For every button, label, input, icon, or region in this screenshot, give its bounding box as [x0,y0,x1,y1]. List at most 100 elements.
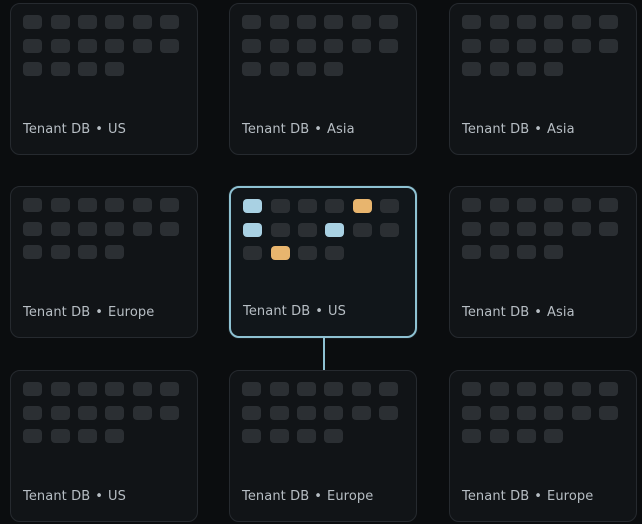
tenant-tile [324,39,343,53]
tenant-db-card[interactable]: Tenant DB • US [10,370,198,522]
tenant-tile [23,382,42,396]
tenant-tile [490,39,509,53]
tenant-tile [490,198,509,212]
separator-dot: • [314,122,323,137]
tenant-tile [242,429,261,443]
tenant-tile [462,62,481,76]
card-label: Tenant DB • Europe [242,489,373,504]
separator-dot: • [95,122,104,137]
tenant-tile [105,406,124,420]
tenant-tile [298,246,317,260]
tenant-db-card[interactable]: Tenant DB • Europe [229,370,417,522]
separator-dot: • [534,489,543,504]
tenant-tile [271,199,290,213]
tenant-tile [462,245,481,259]
tenant-tile [379,382,398,396]
tenant-tile [517,382,536,396]
tenant-tile [544,198,563,212]
tenant-tile [160,39,179,53]
tenant-tile [51,245,70,259]
tenant-tile [490,15,509,29]
tenant-tile [270,39,289,53]
tenant-tile [544,62,563,76]
separator-dot: • [95,305,104,320]
tenant-tile [544,245,563,259]
tenant-tile [23,198,42,212]
tenant-tile [599,39,618,53]
tenant-tile [242,382,261,396]
tenant-tile [599,15,618,29]
warning-tenant-tile [353,199,372,213]
active-tenant-tile [325,223,344,237]
tenant-db-card[interactable]: Tenant DB • Europe [449,370,637,522]
card-region: US [108,122,126,137]
tenant-tile [271,223,290,237]
tenant-tile [242,62,261,76]
tenant-tile [23,62,42,76]
tenant-tile [242,39,261,53]
card-label: Tenant DB • Asia [242,122,355,137]
card-name: Tenant DB [462,489,530,504]
tenant-tile [297,382,316,396]
tenant-tile [599,382,618,396]
tenant-tile [490,222,509,236]
tenant-tile [105,222,124,236]
tenant-tile [105,62,124,76]
tenant-tile [380,199,399,213]
tenant-tile [242,15,261,29]
tenant-tile [133,39,152,53]
tenant-tile [242,406,261,420]
tenant-tile [599,406,618,420]
tenant-db-card[interactable]: Tenant DB • Asia [229,3,417,155]
card-name: Tenant DB [23,305,91,320]
card-label: Tenant DB • Asia [462,122,575,137]
tenant-tile [599,222,618,236]
tenant-tile [462,198,481,212]
tenant-db-card[interactable]: Tenant DB • US [229,186,417,338]
tenant-tile [517,198,536,212]
card-region: Europe [108,305,155,320]
tenant-tile [297,429,316,443]
tenant-tile [352,406,371,420]
card-label: Tenant DB • US [23,489,126,504]
tenant-tile [379,39,398,53]
tenant-tile [298,223,317,237]
separator-dot: • [314,489,323,504]
tenant-tile [243,246,262,260]
tenant-tile [298,199,317,213]
card-region: Asia [547,122,575,137]
card-name: Tenant DB [242,489,310,504]
tenant-tile [599,198,618,212]
tenant-tile [462,382,481,396]
tenant-tile [23,39,42,53]
tenant-tile [160,382,179,396]
tenant-db-card[interactable]: Tenant DB • Asia [449,186,637,338]
tenant-tile [270,15,289,29]
tenant-tile [572,382,591,396]
tenant-db-card[interactable]: Tenant DB • Asia [449,3,637,155]
tenant-tile [78,406,97,420]
tenant-tile [78,222,97,236]
tenant-tile [78,198,97,212]
card-region: Asia [547,305,575,320]
tenant-tile [352,15,371,29]
tenant-tile [23,15,42,29]
tenant-tile [51,39,70,53]
tenant-tile [297,15,316,29]
card-region: Europe [327,489,374,504]
tenant-tile [297,39,316,53]
tenant-tile [105,39,124,53]
tenant-tile [105,198,124,212]
tenant-tile [379,406,398,420]
tenant-tile [517,39,536,53]
tenant-tile [78,15,97,29]
card-name: Tenant DB [23,122,91,137]
tenant-tile [160,198,179,212]
tenant-tile [23,429,42,443]
tenant-db-card[interactable]: Tenant DB • US [10,3,198,155]
tenant-tile [490,62,509,76]
card-region: US [108,489,126,504]
tenant-tile [572,39,591,53]
tenant-db-card[interactable]: Tenant DB • Europe [10,186,198,338]
card-label: Tenant DB • Asia [462,305,575,320]
